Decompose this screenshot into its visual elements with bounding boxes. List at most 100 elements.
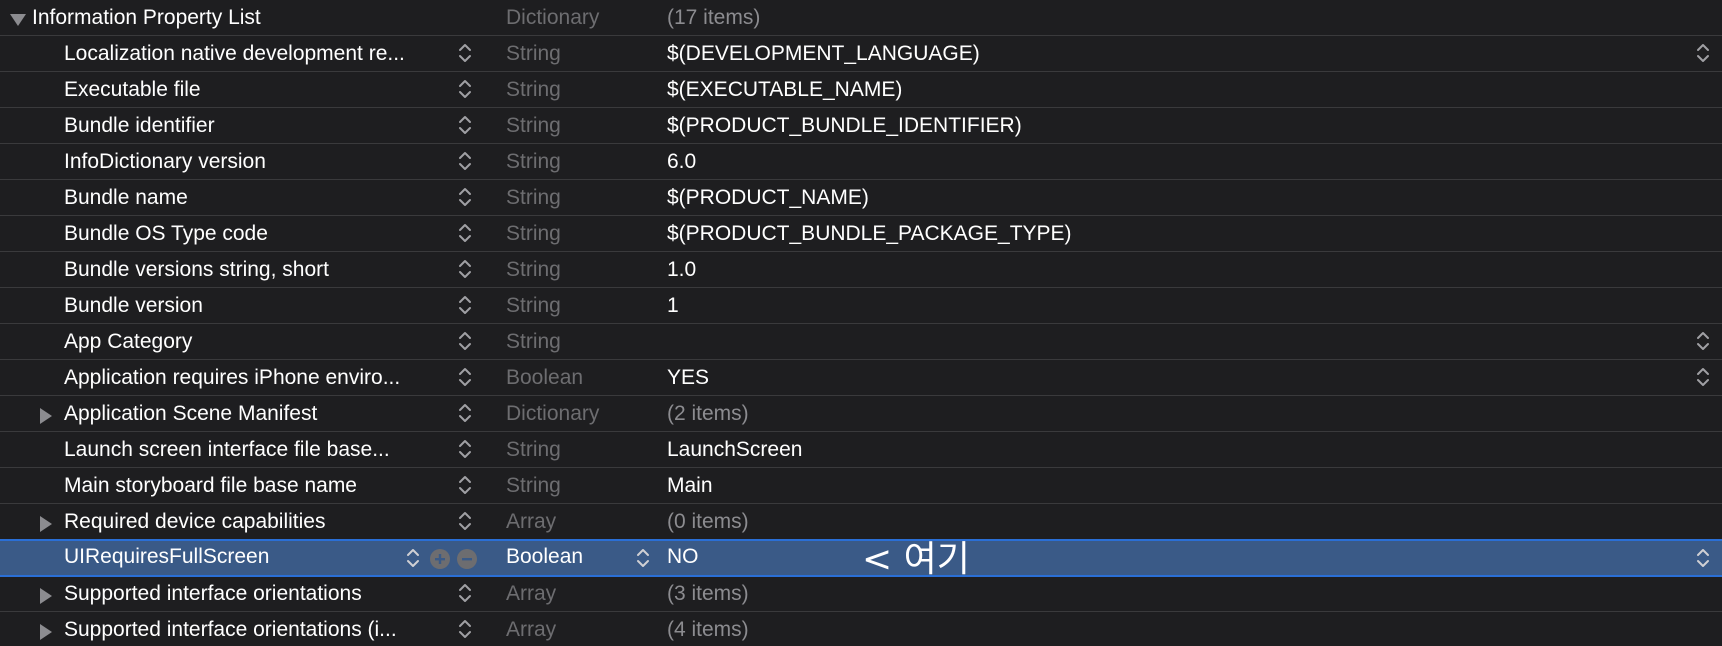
- plist-row[interactable]: Bundle OS Type code String $(PRODUCT_BUNDL…: [0, 216, 1722, 252]
- row-type[interactable]: String: [506, 432, 561, 467]
- row-type[interactable]: Boolean: [506, 360, 583, 395]
- row-key[interactable]: InfoDictionary version: [64, 144, 266, 179]
- row-type[interactable]: Array: [506, 504, 556, 539]
- key-stepper-icon[interactable]: [458, 186, 472, 208]
- row-value[interactable]: $(PRODUCT_BUNDLE_IDENTIFIER): [667, 108, 1022, 143]
- disclosure-triangle-right-icon[interactable]: [40, 516, 52, 532]
- minus-circle-icon[interactable]: [457, 549, 477, 569]
- row-type[interactable]: String: [506, 288, 561, 323]
- property-list-editor: Information Property List Dictionary (17…: [0, 0, 1722, 646]
- plist-row[interactable]: InfoDictionary version String 6.0: [0, 144, 1722, 180]
- row-type[interactable]: Dictionary: [506, 396, 599, 431]
- key-stepper-icon[interactable]: [458, 114, 472, 136]
- row-key[interactable]: Localization native development re...: [64, 36, 405, 71]
- key-stepper-icon[interactable]: [458, 582, 472, 604]
- key-stepper-icon[interactable]: [458, 438, 472, 460]
- row-key[interactable]: App Category: [64, 324, 192, 359]
- plist-row[interactable]: Executable file String $(EXECUTABLE_NAME): [0, 72, 1722, 108]
- key-stepper-icon[interactable]: [458, 474, 472, 496]
- row-type[interactable]: String: [506, 144, 561, 179]
- key-stepper-icon[interactable]: [458, 150, 472, 172]
- row-key[interactable]: Bundle identifier: [64, 108, 215, 143]
- row-key[interactable]: Main storyboard file base name: [64, 468, 357, 503]
- key-stepper-icon[interactable]: [458, 258, 472, 280]
- value-popup-icon[interactable]: [1696, 42, 1710, 64]
- plist-row[interactable]: Bundle versions string, short String 1.0: [0, 252, 1722, 288]
- plist-row[interactable]: Launch screen interface file base... Stri…: [0, 432, 1722, 468]
- row-type[interactable]: String: [506, 216, 561, 251]
- row-value[interactable]: $(PRODUCT_NAME): [667, 180, 869, 215]
- row-key[interactable]: Application Scene Manifest: [64, 396, 317, 431]
- plist-row[interactable]: Required device capabilities Array (0 item…: [0, 504, 1722, 540]
- plist-row[interactable]: Application Scene Manifest Dictionary (2 i…: [0, 396, 1722, 432]
- row-type[interactable]: String: [506, 324, 561, 359]
- disclosure-triangle-right-icon[interactable]: [40, 588, 52, 604]
- row-value[interactable]: 6.0: [667, 144, 696, 179]
- type-stepper-icon[interactable]: [636, 547, 650, 569]
- key-stepper-icon[interactable]: [458, 330, 472, 352]
- row-type[interactable]: String: [506, 468, 561, 503]
- key-stepper-icon[interactable]: [458, 78, 472, 100]
- row-type[interactable]: Boolean: [506, 541, 583, 573]
- disclosure-triangle-right-icon[interactable]: [40, 624, 52, 640]
- row-type[interactable]: String: [506, 180, 561, 215]
- row-type[interactable]: Array: [506, 576, 556, 611]
- row-type[interactable]: Array: [506, 612, 556, 646]
- plist-row[interactable]: Supported interface orientations (i... Ar…: [0, 612, 1722, 646]
- plist-row[interactable]: Application requires iPhone enviro... Boo…: [0, 360, 1722, 396]
- row-value[interactable]: NO: [667, 541, 699, 573]
- row-type[interactable]: String: [506, 36, 561, 71]
- key-stepper-icon[interactable]: [458, 42, 472, 64]
- row-key[interactable]: Supported interface orientations (i...: [64, 612, 397, 646]
- root-type: Dictionary: [506, 6, 600, 29]
- key-stepper-icon[interactable]: [458, 222, 472, 244]
- row-value[interactable]: $(EXECUTABLE_NAME): [667, 72, 902, 107]
- row-key[interactable]: Bundle version: [64, 288, 203, 323]
- row-key[interactable]: Bundle versions string, short: [64, 252, 329, 287]
- row-type[interactable]: String: [506, 252, 561, 287]
- row-value[interactable]: Main: [667, 468, 713, 503]
- plist-root-row[interactable]: Information Property List Dictionary (17…: [0, 0, 1722, 36]
- row-value[interactable]: $(DEVELOPMENT_LANGUAGE): [667, 36, 980, 71]
- row-type[interactable]: String: [506, 72, 561, 107]
- row-value[interactable]: YES: [667, 360, 709, 395]
- key-stepper-icon[interactable]: [458, 294, 472, 316]
- key-stepper-icon[interactable]: [458, 510, 472, 532]
- row-key[interactable]: Application requires iPhone enviro...: [64, 360, 400, 395]
- key-stepper-icon[interactable]: [406, 547, 420, 569]
- disclosure-triangle-down-icon[interactable]: [10, 14, 26, 26]
- key-stepper-icon[interactable]: [458, 402, 472, 424]
- plist-row[interactable]: Bundle name String $(PRODUCT_NAME): [0, 180, 1722, 216]
- value-popup-icon[interactable]: [1696, 366, 1710, 388]
- plist-row[interactable]: Bundle identifier String $(PRODUCT_BUNDLE_…: [0, 108, 1722, 144]
- row-key[interactable]: Executable file: [64, 72, 201, 107]
- row-key[interactable]: Supported interface orientations: [64, 576, 362, 611]
- plist-row[interactable]: Localization native development re... Str…: [0, 36, 1722, 72]
- row-value[interactable]: (0 items): [667, 504, 749, 539]
- row-value[interactable]: 1.0: [667, 252, 696, 287]
- value-popup-icon[interactable]: [1696, 330, 1710, 352]
- plist-row[interactable]: App Category String: [0, 324, 1722, 360]
- row-type[interactable]: String: [506, 108, 561, 143]
- row-key[interactable]: Bundle name: [64, 180, 188, 215]
- disclosure-triangle-right-icon[interactable]: [40, 408, 52, 424]
- plist-row[interactable]: Bundle version String 1: [0, 288, 1722, 324]
- plus-circle-icon[interactable]: [430, 549, 450, 569]
- key-stepper-icon[interactable]: [458, 366, 472, 388]
- row-key[interactable]: Bundle OS Type code: [64, 216, 268, 251]
- row-key[interactable]: Required device capabilities: [64, 504, 326, 539]
- plist-row[interactable]: Supported interface orientations Array (3 …: [0, 576, 1722, 612]
- annotation-text: < 여기: [862, 539, 970, 580]
- value-popup-icon[interactable]: [1696, 547, 1710, 569]
- row-value[interactable]: (2 items): [667, 396, 749, 431]
- row-value[interactable]: (4 items): [667, 612, 749, 646]
- row-key[interactable]: Launch screen interface file base...: [64, 432, 390, 467]
- plist-row[interactable]: Main storyboard file base name String Main: [0, 468, 1722, 504]
- row-key[interactable]: UIRequiresFullScreen: [64, 541, 269, 573]
- row-value[interactable]: LaunchScreen: [667, 432, 802, 467]
- row-value[interactable]: (3 items): [667, 576, 749, 611]
- row-value[interactable]: 1: [667, 288, 679, 323]
- key-stepper-icon[interactable]: [458, 618, 472, 640]
- plist-row[interactable]: UIRequiresFullScreen Boolean NO: [0, 539, 1722, 577]
- row-value[interactable]: $(PRODUCT_BUNDLE_PACKAGE_TYPE): [667, 216, 1072, 251]
